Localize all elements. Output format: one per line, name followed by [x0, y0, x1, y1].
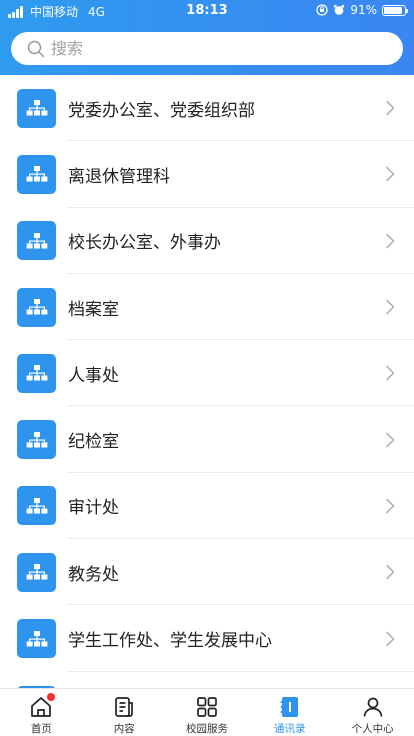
search-bar[interactable] [11, 32, 403, 65]
department-row[interactable]: 审计处 [0, 473, 414, 540]
org-chart-icon [17, 88, 56, 128]
org-chart-icon [17, 221, 56, 261]
tab-person[interactable]: 个人中心 [331, 689, 414, 736]
tab-bar: 首页 内容 校园服务 通讯录 个人中心 [0, 688, 414, 736]
search-icon [27, 40, 45, 57]
department-row[interactable]: 校长办公室、外事办 [0, 208, 414, 275]
org-chart-icon [17, 486, 56, 526]
org-chart-icon [17, 154, 56, 194]
chevron-right-icon [385, 166, 395, 182]
department-label: 档案室 [68, 299, 119, 320]
orientation-lock-icon [316, 4, 328, 16]
department-label: 教务处 [68, 564, 119, 585]
department-row[interactable]: 档案室 [0, 274, 414, 341]
department-row[interactable]: 纪检室 [0, 406, 414, 474]
contacts-icon [278, 695, 302, 719]
chevron-right-icon [385, 365, 395, 381]
grid-icon [195, 695, 219, 719]
tab-label: 首页 [30, 723, 52, 735]
tab-label: 校园服务 [185, 723, 228, 735]
department-row[interactable]: 党委办公室、党委组织部 [0, 75, 414, 142]
org-chart-icon [17, 420, 56, 460]
department-label: 人事处 [68, 365, 119, 386]
org-chart-icon [17, 287, 56, 327]
department-label: 离退休管理科 [68, 166, 170, 187]
chevron-right-icon [385, 299, 395, 315]
tab-content[interactable]: 内容 [83, 689, 166, 736]
status-bar: 中国移动 4G 18:13 91% [0, 0, 414, 22]
department-row[interactable]: 学生工作处、学生发展中心 [0, 605, 414, 672]
department-list: 党委办公室、党委组织部 离退休管理科校长办公室、外事办 档案室人事处纪检室审计处教务… [0, 75, 414, 672]
department-row[interactable]: 教务处 [0, 539, 414, 606]
alarm-icon [334, 4, 345, 15]
org-chart-icon [17, 619, 56, 659]
tab-label: 个人中心 [351, 723, 394, 735]
notification-badge [47, 693, 56, 701]
department-row[interactable]: 人事处 [0, 340, 414, 407]
tab-home[interactable]: 首页 [0, 689, 83, 736]
department-label: 纪检室 [68, 432, 119, 453]
department-label: 学生工作处、学生发展中心 [68, 631, 272, 652]
department-label: 审计处 [68, 498, 119, 519]
department-label: 党委办公室、党委组织部 [68, 100, 255, 121]
tab-contacts[interactable]: 通讯录 [248, 689, 331, 736]
chevron-right-icon [385, 498, 395, 514]
header: 中国移动 4G 18:13 91% [0, 0, 414, 75]
battery-percent: 91% [350, 3, 377, 17]
status-right: 91% [316, 3, 408, 17]
tab-grid[interactable]: 校园服务 [166, 689, 249, 736]
content-icon [112, 695, 136, 719]
chevron-right-icon [385, 564, 395, 580]
org-chart-icon [17, 353, 56, 393]
chevron-right-icon [385, 432, 395, 448]
battery-icon [382, 4, 408, 16]
person-icon [361, 695, 385, 719]
tab-label: 内容 [113, 723, 135, 735]
chevron-right-icon [385, 100, 395, 116]
department-row[interactable]: 离退休管理科 [0, 141, 414, 208]
department-label: 校长办公室、外事办 [68, 233, 221, 254]
org-chart-icon [17, 552, 56, 592]
search-input[interactable] [51, 39, 371, 58]
chevron-right-icon [385, 233, 395, 249]
chevron-right-icon [385, 631, 395, 647]
tab-label: 通讯录 [274, 723, 306, 735]
